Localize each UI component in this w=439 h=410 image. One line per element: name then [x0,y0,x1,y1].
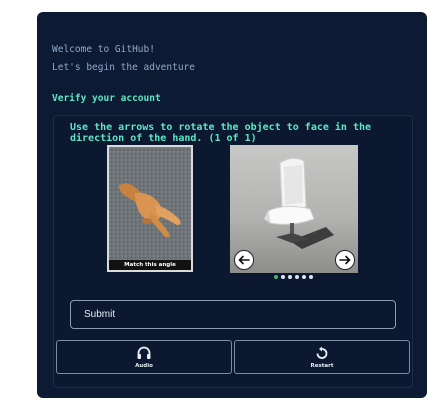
rotate-right-button[interactable] [335,250,355,270]
audio-label: Audio [135,363,153,369]
progress-dot [295,275,299,279]
hand-illustration [109,147,191,260]
progress-dot [302,275,306,279]
reference-hand-image: Match this angle [107,145,193,272]
rotate-left-button[interactable] [234,250,254,270]
reference-caption: Match this angle [109,260,191,270]
restart-button[interactable]: Restart [234,340,410,374]
restart-icon [316,346,328,359]
progress-dot [309,275,313,279]
begin-line: Let's begin the adventure [52,62,195,73]
progress-dot [281,275,285,279]
headphones-icon [137,346,151,359]
audio-button[interactable]: Audio [56,340,232,374]
captcha-instruction: Use the arrows to rotate the object to f… [70,122,372,144]
arrow-left-icon [238,255,250,265]
progress-dots [274,275,313,279]
welcome-text: Welcome to GitHub! Let's begin the adven… [52,41,195,77]
welcome-line: Welcome to GitHub! [52,44,155,55]
arrow-right-icon [339,255,351,265]
progress-dot [288,275,292,279]
submit-button[interactable]: Submit [70,300,396,329]
progress-dot [274,275,278,279]
verify-heading: Verify your account [52,93,161,104]
restart-label: Restart [310,363,334,369]
